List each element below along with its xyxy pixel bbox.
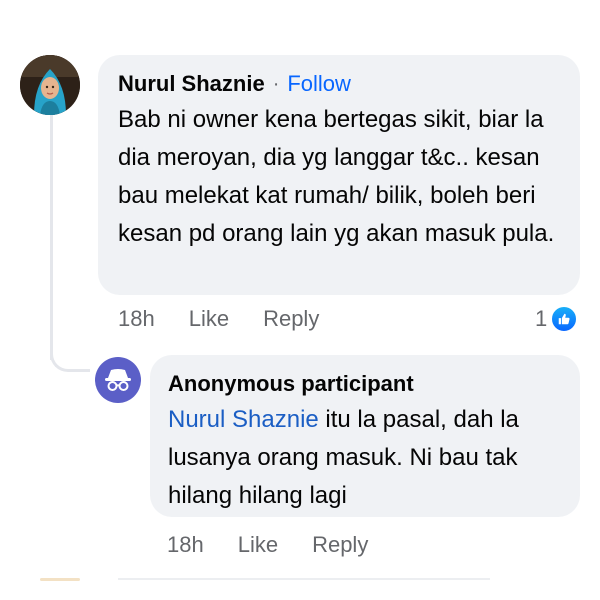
reply-like-button[interactable]: Like	[238, 532, 278, 558]
reply-button[interactable]: Reply	[263, 306, 319, 332]
like-button[interactable]: Like	[189, 306, 229, 332]
thumbs-up-icon	[550, 305, 579, 333]
thread-connector-line	[50, 112, 53, 360]
thread-connector-curve	[50, 330, 90, 372]
mention-link[interactable]: Nurul Shaznie	[168, 406, 319, 433]
divider	[118, 578, 490, 580]
timestamp[interactable]: 18h	[118, 306, 155, 332]
reply-actions: 18h Like Reply	[167, 532, 402, 558]
profile-photo	[20, 55, 80, 115]
reaction-count: 1	[535, 306, 548, 331]
reply-text: Nurul Shaznie itu la pasal, dah la lusan…	[168, 401, 562, 515]
reply-bubble: Anonymous participant Nurul Shaznie itu …	[150, 355, 580, 517]
comment-actions: 18h Like Reply	[118, 306, 353, 332]
incognito-icon[interactable]	[95, 357, 141, 403]
comment-text: Bab ni owner kena bertegas sikit, biar l…	[118, 106, 555, 247]
separator-dot: ·	[272, 73, 280, 95]
follow-button[interactable]: Follow	[287, 69, 351, 99]
reaction-summary[interactable]: 1	[535, 305, 579, 333]
reply-author-name[interactable]: Anonymous participant	[168, 369, 414, 399]
avatar[interactable]	[20, 55, 80, 115]
comment-bubble: Nurul Shaznie · Follow Bab ni owner kena…	[98, 55, 580, 295]
comment-header: Nurul Shaznie · Follow	[118, 69, 560, 99]
next-item-edge	[40, 578, 80, 581]
author-name[interactable]: Nurul Shaznie	[118, 69, 265, 99]
reply-header: Anonymous participant	[168, 369, 562, 399]
reply-reply-button[interactable]: Reply	[312, 532, 368, 558]
reply-timestamp[interactable]: 18h	[167, 532, 204, 558]
